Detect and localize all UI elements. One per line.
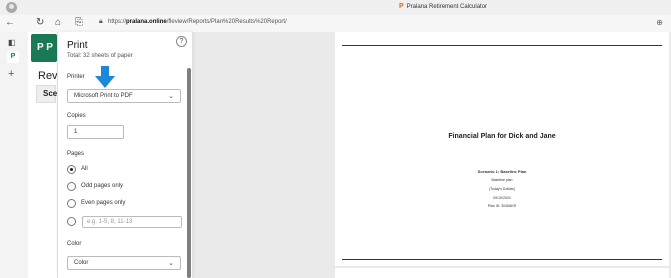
tab-pralana[interactable]: P — [7, 51, 19, 63]
pages-label: Pages — [67, 151, 85, 157]
address-bar-row: ← ↻ ⌂ ⎘ 🔒︎ https://pralana.online/flevie… — [0, 15, 671, 32]
doc-title: Financial Plan for Dick and Jane — [448, 133, 556, 140]
doc-line: 09/10/2024 — [493, 196, 511, 200]
new-tab-icon[interactable]: + — [8, 68, 14, 80]
chevron-down-icon: ⌄ — [168, 260, 174, 267]
pages-even-radio[interactable] — [67, 199, 76, 208]
chevron-down-icon: ⌄ — [168, 93, 174, 100]
pages-odd-radio[interactable] — [67, 182, 76, 191]
page-top-rule — [342, 45, 662, 46]
background-tab: Sce — [36, 85, 57, 103]
print-title: Print — [67, 40, 88, 51]
zoom-icon[interactable]: ⊕ — [656, 18, 663, 27]
copies-label: Copies — [67, 113, 86, 119]
background-logo: P P — [31, 34, 57, 62]
profile-icon[interactable] — [6, 2, 17, 13]
home-icon[interactable]: ⌂ — [55, 17, 61, 29]
annotation-arrow-icon — [95, 66, 115, 88]
window-title: P Pralana Retirement Calculator — [399, 3, 487, 10]
doc-line: (Today's Dollars) — [489, 187, 515, 191]
url-path: /fleview/Reports/Plan%20Results%20Report… — [166, 19, 287, 25]
printer-label: Printer — [67, 74, 85, 80]
pages-odd-label: Odd pages only — [81, 183, 124, 189]
print-panel: Print Total: 32 sheets of paper ? Printe… — [57, 32, 192, 278]
color-label: Color — [67, 241, 82, 247]
pages-all-radio[interactable] — [67, 165, 76, 174]
color-value: Color — [74, 260, 89, 266]
printer-select[interactable]: Microsoft Print to PDF ⌄ — [67, 89, 181, 103]
help-icon[interactable]: ? — [176, 36, 187, 47]
back-icon[interactable]: ← — [5, 17, 15, 29]
doc-scenario: Scenario 1: Baseline Plan — [477, 169, 527, 174]
color-select[interactable]: Color ⌄ — [67, 256, 181, 270]
tab-actions-icon[interactable]: ◧ — [8, 38, 16, 47]
lock-icon: 🔒︎ — [99, 18, 103, 25]
preview-page — [335, 32, 669, 266]
doc-line: Baseline plan — [491, 178, 513, 182]
page-range-input[interactable]: e.g. 1-5, 8, 11-13 — [82, 216, 182, 228]
pages-range-radio[interactable] — [67, 217, 76, 226]
url-domain: pralana.online — [126, 19, 167, 25]
printer-value: Microsoft Print to PDF — [74, 93, 133, 99]
url-field[interactable]: https://pralana.online/fleview/Reports/P… — [108, 19, 287, 25]
copies-input[interactable]: 1 — [67, 125, 124, 139]
url-prefix: https:// — [108, 19, 127, 25]
split-icon[interactable]: ⎘ — [75, 17, 83, 29]
window-title-text: Pralana Retirement Calculator — [406, 3, 488, 10]
refresh-icon[interactable]: ↻ — [36, 17, 44, 29]
title-bar: P Pralana Retirement Calculator — [0, 0, 671, 15]
pages-even-label: Even pages only — [81, 200, 126, 206]
app-logo-icon: P — [399, 3, 404, 10]
background-heading: Rev — [38, 70, 58, 82]
preview-page-next — [335, 268, 669, 278]
page-bottom-rule — [342, 259, 662, 260]
dialog-scrollbar[interactable] — [187, 68, 191, 278]
sheet-count: Total: 32 sheets of paper — [67, 53, 133, 59]
doc-line: Plan ID: 3045AKR — [487, 204, 517, 208]
pages-all-label: All — [81, 166, 88, 172]
